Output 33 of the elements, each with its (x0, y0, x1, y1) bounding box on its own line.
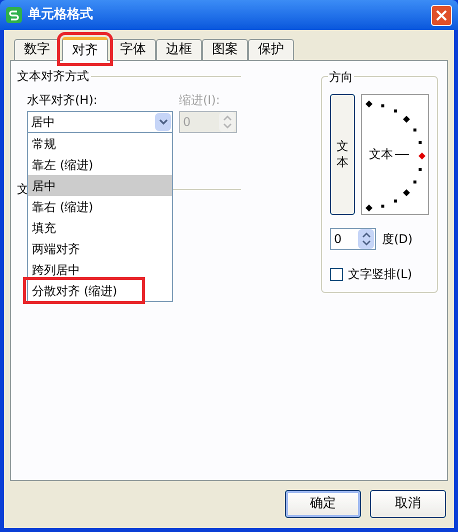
dropdown-option[interactable]: 跨列居中 (28, 259, 172, 280)
tab[interactable]: 保护 (248, 39, 294, 60)
dropdown-option[interactable]: 两端对齐 (28, 238, 172, 259)
checkbox-label: 文字竖排(L) (348, 266, 412, 283)
spin-buttons-icon[interactable] (358, 229, 374, 249)
tab[interactable]: 图案 (202, 39, 248, 60)
group-title: 文本对齐方式 (17, 68, 89, 85)
field-label: 度(D) (382, 231, 413, 248)
dropdown-option[interactable]: 靠右 (缩进) (28, 196, 172, 217)
tab[interactable]: 数字 (14, 39, 60, 60)
dropdown-option[interactable]: 居中 (28, 175, 172, 196)
dropdown-option[interactable]: 常规 (28, 133, 172, 154)
dropdown-option[interactable]: 填充 (28, 217, 172, 238)
orientation-dial[interactable]: 文本 (361, 94, 429, 215)
close-button[interactable] (431, 4, 452, 26)
dial-text: 文本 (369, 146, 393, 162)
dialog-button[interactable]: 取消 (370, 490, 446, 518)
tab[interactable]: 字体 (110, 39, 156, 60)
tab[interactable]: 边框 (156, 39, 202, 60)
vertical-text-button[interactable]: 文本 (330, 94, 355, 215)
field-label: 水平对齐(H): (27, 92, 98, 109)
checkbox[interactable] (330, 268, 343, 280)
group-title: 文 (17, 181, 29, 198)
dropdown-option[interactable]: 分散对齐 (缩进) (26, 280, 142, 301)
horizontal-align-dropdown[interactable]: 居中 (27, 111, 173, 133)
chevron-down-icon (155, 113, 171, 131)
close-icon (436, 10, 447, 20)
app-logo-icon (6, 7, 22, 23)
degrees-field[interactable]: 0 (330, 228, 376, 250)
field-label: 缩进(I): (179, 92, 220, 109)
dropdown-option[interactable]: 靠左 (缩进) (28, 154, 172, 175)
window-title: 单元格格式 (28, 6, 94, 24)
dialog-button[interactable]: 确定 (285, 490, 361, 518)
